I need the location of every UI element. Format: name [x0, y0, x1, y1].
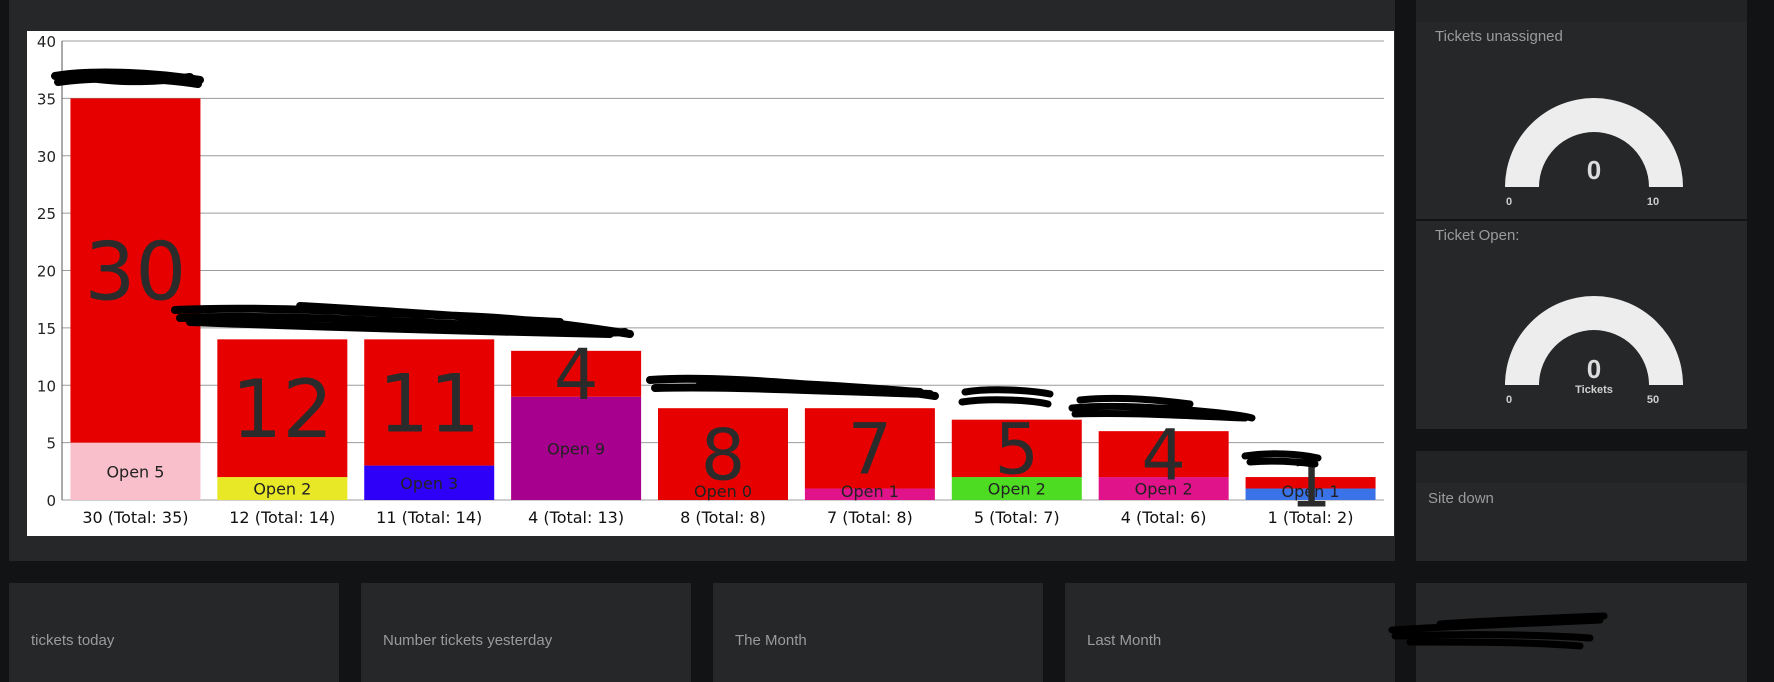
scribble [646, 374, 939, 400]
redaction-scribbles [51, 68, 1608, 650]
scribble [958, 386, 1054, 408]
scribble [1388, 612, 1608, 650]
scribble [1241, 450, 1322, 468]
scribble [51, 68, 204, 88]
scribble [1068, 394, 1256, 422]
scribble [171, 302, 634, 338]
